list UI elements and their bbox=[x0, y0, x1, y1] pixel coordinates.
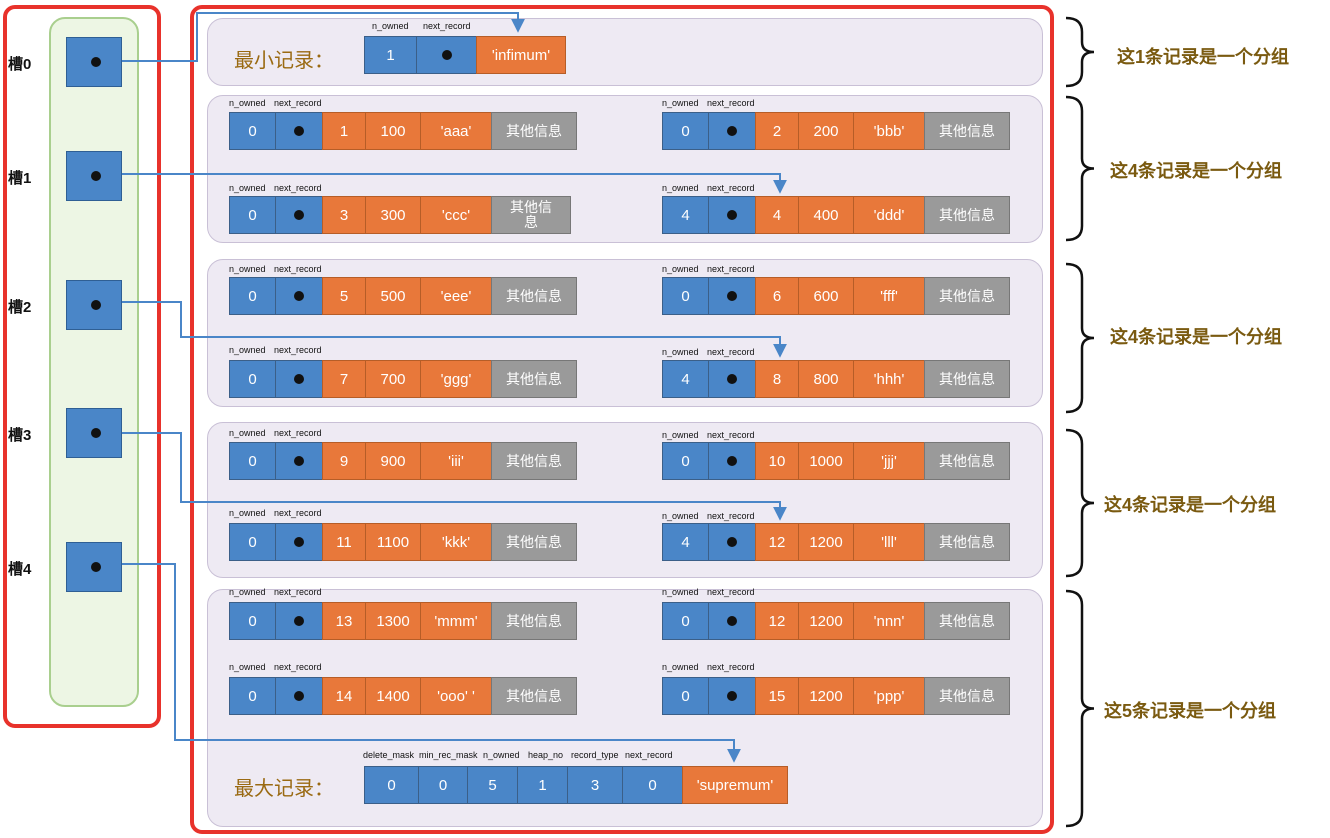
group-brace bbox=[1065, 95, 1095, 242]
group-label: 这1条记录是一个分组 bbox=[1117, 47, 1290, 67]
group-label: 这4条记录是一个分组 bbox=[1110, 161, 1283, 181]
group-label: 这5条记录是一个分组 bbox=[1104, 701, 1277, 721]
group-brace bbox=[1065, 589, 1095, 828]
group-label: 这4条记录是一个分组 bbox=[1110, 327, 1283, 347]
group-brace bbox=[1065, 16, 1095, 88]
group-label: 这4条记录是一个分组 bbox=[1104, 495, 1277, 515]
group-brace bbox=[1065, 428, 1095, 578]
group-brace bbox=[1065, 262, 1095, 414]
